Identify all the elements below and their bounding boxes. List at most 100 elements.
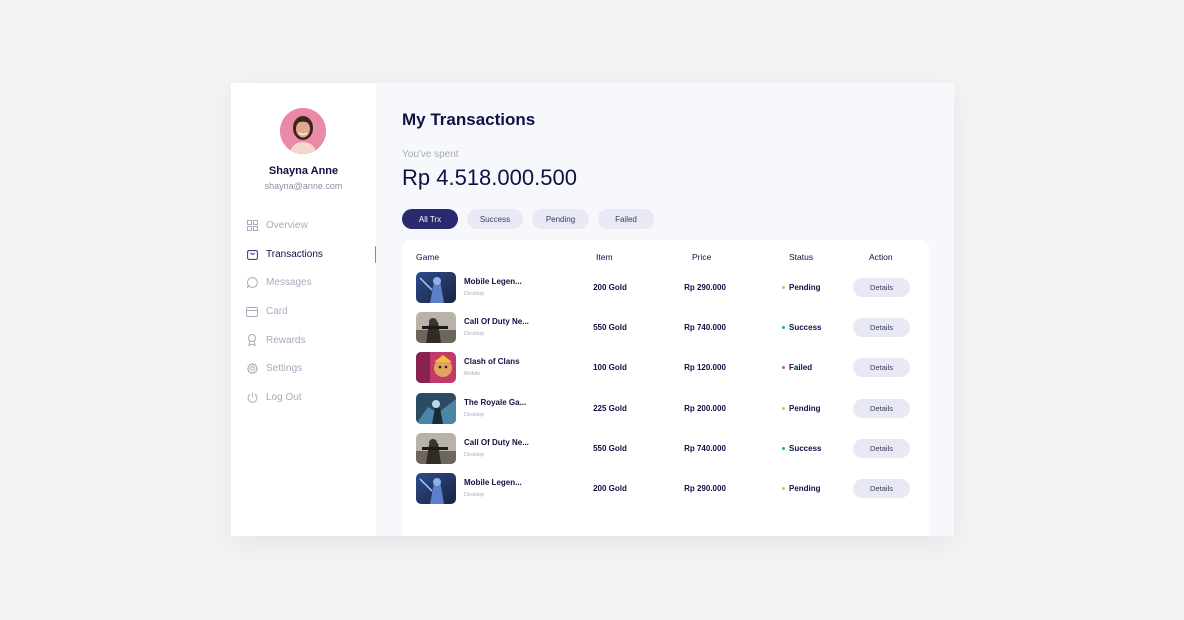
details-button[interactable]: Details [853, 278, 910, 297]
game-name: Clash of Clans [464, 357, 520, 367]
status-dot-icon [782, 487, 785, 490]
status-text: Pending [789, 484, 821, 493]
table-row: Clash of Clans Mobile 100 Gold Rp 120.000 Fa… [402, 352, 929, 384]
transactions-table: Game Item Price Status Action Mobile Leg… [402, 240, 929, 536]
card-icon [245, 305, 259, 319]
item-cell: 200 Gold [593, 484, 627, 493]
header-item: Item [596, 252, 613, 262]
details-button[interactable]: Details [853, 398, 910, 418]
status-dot-icon [782, 366, 785, 370]
status-badge: Pending [782, 484, 821, 493]
game-thumbnail [416, 432, 456, 464]
chat-icon [245, 276, 259, 290]
status-badge: Pending [782, 283, 821, 292]
status-badge: Success [782, 444, 821, 453]
game-platform: Desktop [464, 411, 485, 418]
power-icon [245, 391, 259, 405]
table-row: Call Of Duty Ne... Desktop 550 Gold Rp 740.… [402, 312, 929, 344]
sidebar-item-label: Settings [266, 363, 303, 375]
item-cell: 225 Gold [593, 403, 627, 413]
award-icon [245, 333, 259, 347]
sidebar-item-rewards[interactable]: Rewards [245, 332, 376, 349]
game-thumbnail [416, 352, 456, 384]
table-row: Call Of Duty Ne... Desktop 550 Gold Rp 740.… [402, 432, 929, 465]
sidebar-menu: Overview Transactions Messages Card Rewa… [245, 217, 377, 418]
sidebar-item-messages[interactable]: Messages [245, 274, 376, 291]
status-badge: Pending [782, 404, 821, 413]
bag-icon [245, 247, 259, 261]
sidebar-item-label: Log Out [266, 392, 302, 404]
price-cell: Rp 290.000 [684, 283, 726, 292]
filter-all-trx[interactable]: All Trx [402, 209, 458, 229]
header-price: Price [692, 252, 712, 262]
status-dot-icon [782, 406, 785, 410]
spent-amount: Rp 4.518.000.500 [402, 165, 577, 190]
details-button[interactable]: Details [853, 438, 910, 458]
grid-icon [245, 219, 259, 233]
item-cell: 200 Gold [593, 283, 627, 292]
game-name: Call Of Duty Ne... [464, 317, 529, 327]
item-cell: 100 Gold [593, 363, 627, 373]
main-content: My Transactions You've spent Rp 4.518.00… [376, 83, 954, 536]
sidebar-item-settings[interactable]: Settings [245, 360, 376, 377]
status-dot-icon [782, 286, 785, 289]
game-platform: Desktop [464, 492, 485, 498]
game-thumbnail [416, 272, 456, 303]
avatar[interactable] [280, 108, 326, 154]
sidebar-item-label: Messages [266, 277, 312, 289]
page-title: My Transactions [402, 110, 536, 129]
status-dot-icon [782, 326, 785, 330]
price-cell: Rp 740.000 [684, 323, 726, 333]
status-dot-icon [782, 446, 785, 450]
table-row: The Royale Ga... Desktop 225 Gold Rp 200.00… [402, 392, 929, 425]
sidebar-item-label: Rewards [266, 334, 306, 346]
spent-label: You've spent [402, 149, 459, 160]
sidebar-item-label: Card [266, 306, 288, 318]
table-row: Mobile Legen... Desktop 200 Gold Rp 290.000… [402, 473, 929, 505]
sidebar-item-log-out[interactable]: Log Out [245, 389, 376, 406]
app-window: Shayna Anne shayna@anne.com Overview Tra… [231, 83, 954, 536]
game-platform: Desktop [464, 331, 485, 338]
user-name: Shayna Anne [268, 165, 339, 177]
status-text: Pending [789, 403, 821, 413]
filter-pending[interactable]: Pending [532, 209, 589, 229]
details-button[interactable]: Details [853, 318, 910, 338]
sidebar-item-card[interactable]: Card [245, 303, 376, 320]
header-game: Game [416, 252, 440, 262]
sidebar-item-label: Transactions [266, 248, 323, 260]
game-name: Mobile Legen... [464, 277, 522, 286]
filter-success[interactable]: Success [467, 209, 523, 229]
game-thumbnail [416, 392, 456, 424]
game-name: The Royale Ga... [464, 397, 527, 407]
status-text: Success [789, 323, 822, 333]
game-platform: Desktop [464, 451, 485, 458]
header-action: Action [869, 252, 893, 262]
price-cell: Rp 290.000 [684, 484, 726, 493]
price-cell: Rp 740.000 [684, 443, 726, 453]
price-cell: Rp 120.000 [684, 363, 726, 373]
game-platform: Desktop [464, 291, 485, 297]
status-text: Success [789, 443, 822, 453]
sidebar: Shayna Anne shayna@anne.com Overview Tra… [231, 83, 377, 536]
table-row: Mobile Legen... Desktop 200 Gold Rp 290.000… [402, 272, 929, 304]
game-thumbnail [416, 473, 456, 504]
header-status: Status [789, 252, 814, 262]
sidebar-item-transactions[interactable]: Transactions [245, 245, 377, 263]
user-email: shayna@anne.com [264, 181, 343, 191]
item-cell: 550 Gold [593, 323, 627, 333]
status-text: Pending [789, 283, 821, 292]
filter-tabs: All Trx Success Pending Failed [402, 209, 663, 229]
status-badge: Success [782, 323, 821, 332]
details-button[interactable]: Details [853, 479, 910, 498]
item-cell: 550 Gold [593, 443, 627, 453]
gear-icon [245, 362, 259, 376]
sidebar-item-overview[interactable]: Overview [245, 217, 376, 234]
details-button[interactable]: Details [853, 358, 910, 378]
status-badge: Failed [782, 363, 812, 372]
game-platform: Mobile [464, 371, 481, 378]
price-cell: Rp 200.000 [684, 403, 726, 413]
game-name: Call Of Duty Ne... [464, 437, 529, 447]
status-text: Failed [789, 363, 813, 373]
game-name: Mobile Legen... [464, 478, 522, 487]
filter-failed[interactable]: Failed [598, 209, 654, 229]
